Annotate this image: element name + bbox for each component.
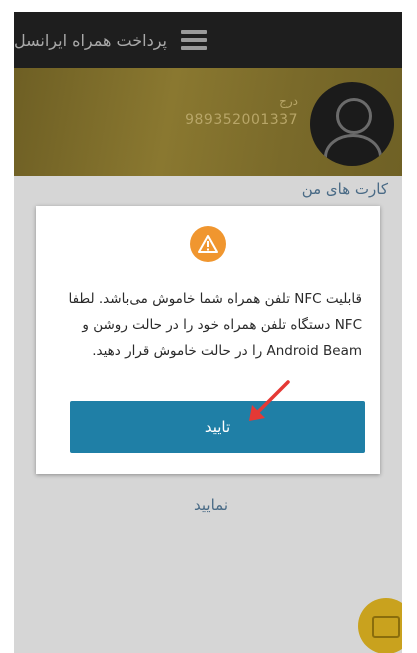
profile-name: درج (279, 94, 298, 108)
confirm-button[interactable]: تایید (70, 401, 365, 453)
card-icon (372, 616, 400, 638)
app-title: پرداخت همراه ایرانسل (14, 30, 167, 50)
warning-icon (190, 226, 226, 262)
hamburger-menu-icon[interactable] (180, 30, 207, 50)
nfc-warning-dialog: قابلیت NFC تلفن همراه شما خاموش می‌باشد.… (36, 206, 380, 474)
profile-phone: 989352001337 (185, 112, 298, 128)
app-bar: پرداخت همراه ایرانسل (14, 12, 402, 68)
profile-banner: درج 989352001337 (14, 68, 402, 176)
add-card-fab[interactable] (358, 598, 402, 653)
dialog-message: قابلیت NFC تلفن همراه شما خاموش می‌باشد.… (68, 291, 362, 359)
avatar-icon[interactable] (310, 82, 394, 166)
section-title-my-cards: کارت های من (301, 180, 388, 198)
background-action-label: نمایید (194, 496, 228, 514)
